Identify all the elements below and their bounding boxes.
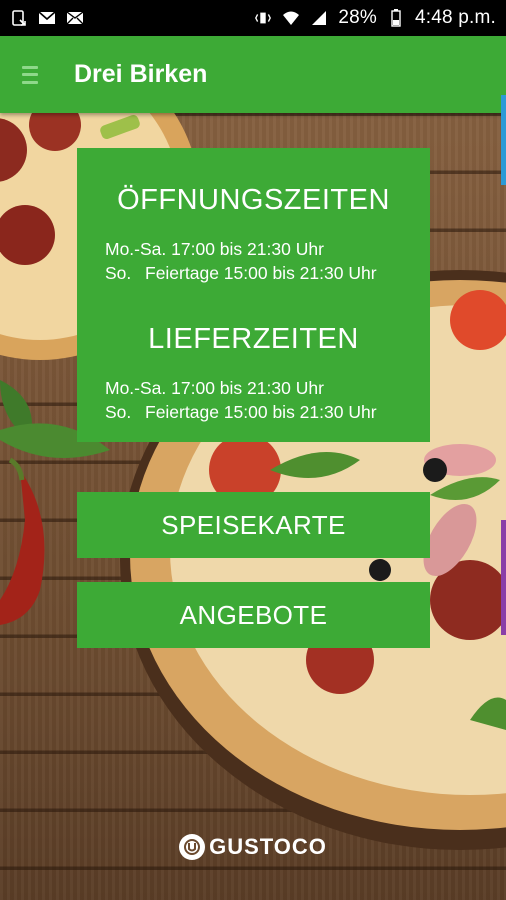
menu-button[interactable] [0,36,60,113]
delivery-hours-row: So. Feiertage 15:00 bis 21:30 Uhr [105,400,430,424]
status-bar: 28% 4:48 p.m. [0,0,506,36]
opening-hours-list: Mo.-Sa. 17:00 bis 21:30 Uhr So. Feiertage… [77,237,430,285]
delivery-hours-row: Mo.-Sa. 17:00 bis 21:30 Uhr [105,376,430,400]
hours-value: Feiertage 15:00 bis 21:30 Uhr [145,263,377,283]
battery-percent: 28% [338,7,377,28]
edge-panel-handle[interactable] [501,95,506,185]
opening-hours-title: ÖFFNUNGSZEITEN [117,184,390,216]
offers-button[interactable]: ANGEBOTE [77,582,430,648]
opening-hours-row: So. Feiertage 15:00 bis 21:30 Uhr [105,261,430,285]
email-icon [66,10,84,26]
opening-hours-row: Mo.-Sa. 17:00 bis 21:30 Uhr [105,237,430,261]
gmail-icon [38,10,56,26]
menu-card-button[interactable]: SPEISEKARTE [77,492,430,558]
clock: 4:48 p.m. [414,7,496,28]
gustoco-logo-icon [179,834,206,860]
wifi-icon [282,10,300,26]
battery-icon [387,9,405,27]
app-bar: Drei Birken [0,36,506,113]
day-label: So. [105,263,132,283]
delivery-hours-list: Mo.-Sa. 17:00 bis 21:30 Uhr So. Feiertage… [77,376,430,424]
brand-name: GUSTOCO [209,834,327,859]
day-label: Mo.-Sa. [105,378,167,398]
download-notification-icon [10,10,28,26]
day-label: So. [105,402,132,422]
signal-icon [310,10,328,26]
app-title: Drei Birken [74,60,208,88]
hours-value: Feiertage 15:00 bis 21:30 Uhr [145,402,377,422]
footer-branding: GUSTOCO [0,832,506,862]
hours-value: 17:00 bis 21:30 Uhr [171,239,324,259]
hours-card: ÖFFNUNGSZEITEN Mo.-Sa. 17:00 bis 21:30 U… [77,148,430,442]
hamburger-icon [22,65,38,84]
edge-panel-handle-secondary[interactable] [501,520,506,635]
day-label: Mo.-Sa. [105,239,167,259]
hours-value: 17:00 bis 21:30 Uhr [171,378,324,398]
background-photo [0,0,506,900]
vibrate-icon [254,10,272,26]
delivery-hours-title: LIEFERZEITEN [148,323,359,355]
